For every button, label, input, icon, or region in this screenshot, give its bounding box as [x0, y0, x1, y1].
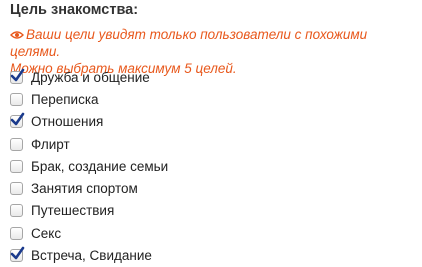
section-title: Цель знакомства: [10, 2, 139, 18]
goal-option-travel[interactable]: Путешествия [10, 200, 168, 222]
goal-option-label: Отношения [31, 114, 104, 130]
goal-option-sports[interactable]: Занятия спортом [10, 177, 168, 199]
checkbox[interactable] [10, 137, 23, 151]
checkbox[interactable] [10, 226, 23, 240]
checkbox[interactable] [10, 204, 23, 218]
hint-line-1: Ваши цели увидят только пользователи с п… [10, 27, 368, 59]
goal-options-list: Дружба и общение Переписка Отношения Фли… [10, 66, 168, 267]
goal-option-date[interactable]: Встреча, Свидание [10, 244, 168, 266]
goal-option-label: Брак, создание семьи [31, 158, 169, 174]
goal-option-label: Переписка [31, 91, 99, 107]
goal-option-correspondence[interactable]: Переписка [10, 88, 168, 110]
checkbox[interactable] [10, 159, 23, 173]
goal-option-label: Флирт [31, 136, 70, 152]
goal-option-marriage[interactable]: Брак, создание семьи [10, 155, 168, 177]
goal-option-label: Занятия спортом [31, 181, 138, 197]
goal-option-flirt[interactable]: Флирт [10, 133, 168, 155]
checkbox[interactable] [10, 246, 25, 263]
goal-option-sex[interactable]: Секс [10, 222, 168, 244]
goal-option-friendship[interactable]: Дружба и общение [10, 66, 168, 88]
checkbox[interactable] [10, 68, 25, 84]
checkbox[interactable] [10, 92, 23, 106]
goal-option-relationship[interactable]: Отношения [10, 111, 168, 133]
goal-option-label: Секс [31, 225, 62, 241]
checkbox[interactable] [10, 182, 23, 196]
goal-option-label: Дружба и общение [31, 69, 150, 85]
goal-option-label: Встреча, Свидание [31, 248, 152, 264]
eye-icon [10, 27, 24, 39]
checkbox[interactable] [10, 112, 25, 129]
goal-option-label: Путешествия [31, 203, 115, 219]
